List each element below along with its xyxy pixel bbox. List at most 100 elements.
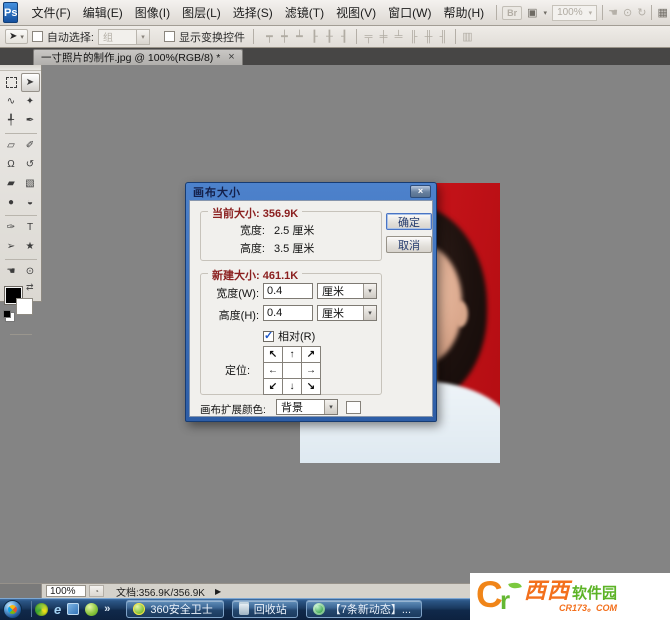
view-extras-icon[interactable]: ▣ — [527, 6, 537, 19]
chevron-down-icon: ▾ — [20, 33, 24, 41]
eraser-tool[interactable]: ▰ — [2, 174, 21, 193]
dialog-close-button[interactable]: × — [410, 185, 431, 198]
auto-align-layers-icon[interactable]: ▥ — [460, 30, 475, 43]
360-shield-icon — [133, 603, 146, 615]
menu-item-1[interactable]: 编辑(E) — [77, 0, 129, 25]
quicklaunch-360orb-icon[interactable] — [85, 602, 99, 616]
healing-brush-tool[interactable]: ▱ — [2, 136, 21, 155]
distribute-right-edges-icon[interactable]: ╢ — [436, 31, 451, 43]
document-tab[interactable]: 一寸照片的制作.jpg @ 100%(RGB/8) * × — [33, 49, 243, 65]
hand-tool-icon[interactable]: ☚ — [608, 6, 618, 19]
swap-colors-icon[interactable]: ⇄ — [26, 282, 34, 293]
type-tool[interactable]: T — [21, 218, 40, 237]
gradient-icon: ▧ — [25, 178, 35, 189]
distribute-top-edges-icon[interactable]: ╤ — [361, 31, 376, 43]
magic-wand-tool[interactable]: ✦ — [21, 92, 40, 111]
background-color-swatch[interactable] — [16, 298, 33, 315]
eyedropper-tool[interactable]: ✒ — [21, 111, 40, 130]
anchor-center-cell[interactable] — [282, 362, 302, 379]
quicklaunch-app-icon[interactable] — [67, 603, 80, 615]
align-right-edges-icon[interactable]: ┨ — [337, 30, 352, 43]
burn-tool[interactable]: ◒ — [21, 193, 40, 212]
zoom-tool[interactable]: ⊙ — [21, 262, 40, 281]
gradient-tool[interactable]: ▧ — [21, 174, 40, 193]
separator — [355, 29, 357, 44]
quicklaunch-360leaf-icon[interactable] — [35, 602, 48, 616]
separator — [602, 5, 604, 20]
custom-shape-tool[interactable]: ★ — [21, 237, 40, 256]
pen-tool[interactable]: ✑ — [2, 218, 21, 237]
menu-item-8[interactable]: 帮助(H) — [437, 0, 490, 25]
show-transform-checkbox[interactable] — [163, 31, 175, 42]
taskbar-button-1[interactable]: 回收站 — [231, 600, 298, 618]
tab-close-icon[interactable]: × — [228, 52, 234, 63]
application-bar: Br ▣▾ 100%▾ ☚ ⊙ ↻ ▦▾ ▣▾ — [496, 4, 670, 21]
palette-divider — [4, 130, 37, 134]
lasso-tool[interactable]: ∿ — [2, 92, 21, 111]
bridge-button[interactable]: Br — [502, 5, 523, 20]
status-flyout-icon[interactable]: ▶ — [215, 587, 221, 596]
align-bottom-edges-icon[interactable]: ┷ — [292, 30, 307, 43]
height-unit-dropdown[interactable]: 厘米 — [317, 305, 377, 321]
align-vertical-centers-icon[interactable]: ┿ — [277, 30, 292, 43]
anchor-arrow-2[interactable]: ↗ — [301, 346, 321, 363]
clone-stamp-tool[interactable]: Ω — [2, 155, 21, 174]
align-left-edges-icon[interactable]: ┠ — [307, 30, 322, 43]
anchor-arrow-0[interactable]: ↖ — [263, 346, 283, 363]
align-horizontal-centers-icon[interactable]: ╂ — [322, 30, 337, 43]
relative-checkbox[interactable] — [263, 329, 274, 342]
menu-item-2[interactable]: 图像(I) — [129, 0, 176, 25]
hand-tool[interactable]: ☚ — [2, 262, 21, 281]
palette-divider — [4, 256, 37, 260]
auto-select-checkbox[interactable] — [31, 31, 43, 42]
custom-shape-icon: ★ — [25, 241, 35, 252]
path-selection-tool[interactable]: ➢ — [2, 237, 21, 256]
cancel-button[interactable]: 取消 — [386, 236, 432, 253]
quicklaunch-ie-icon[interactable]: e — [54, 603, 61, 616]
status-zoom-field[interactable]: 100% — [46, 585, 86, 597]
rectangular-marquee-tool[interactable] — [2, 73, 21, 92]
menu-item-4[interactable]: 选择(S) — [227, 0, 279, 25]
blur-tool[interactable]: ● — [2, 193, 21, 212]
menu-item-5[interactable]: 滤镜(T) — [279, 0, 330, 25]
arrange-documents-icon[interactable]: ▦ — [657, 6, 667, 19]
default-colors-icon[interactable] — [3, 310, 11, 318]
status-menu-icon[interactable]: ◔ — [89, 585, 104, 597]
zoom-tool-icon[interactable]: ⊙ — [623, 6, 632, 19]
anchor-arrow-7[interactable]: ↓ — [282, 378, 302, 395]
zoom-level-dropdown[interactable]: 100% ▾ — [552, 4, 598, 21]
distribute-vertical-centers-icon[interactable]: ╪ — [376, 31, 391, 43]
canvas-extension-dropdown[interactable]: 背景 — [276, 399, 338, 415]
taskbar-button-2[interactable]: 【7条新动态】... — [305, 600, 423, 618]
ok-button[interactable]: 确定 — [386, 213, 432, 230]
anchor-arrow-5[interactable]: → — [301, 362, 321, 379]
menu-item-0[interactable]: 文件(F) — [25, 0, 76, 25]
rotate-view-icon[interactable]: ↻ — [637, 6, 646, 19]
width-unit-dropdown[interactable]: 厘米 — [317, 283, 377, 299]
crop-tool[interactable]: ╃ — [2, 111, 21, 130]
auto-select-dropdown[interactable]: 组 — [97, 28, 150, 45]
menu-item-6[interactable]: 视图(V) — [330, 0, 382, 25]
distribute-horizontal-centers-icon[interactable]: ╫ — [421, 31, 436, 43]
canvas-extension-color-swatch[interactable] — [346, 401, 361, 414]
move-tool[interactable]: ➤ — [20, 73, 40, 92]
distribute-bottom-edges-icon[interactable]: ╧ — [391, 31, 406, 43]
menu-item-7[interactable]: 窗口(W) — [382, 0, 437, 25]
anchor-arrow-3[interactable]: ← — [263, 362, 283, 379]
history-brush-tool[interactable]: ↺ — [21, 155, 40, 174]
taskbar-button-0[interactable]: 360安全卫士 — [126, 600, 224, 618]
new-height-input[interactable] — [263, 305, 313, 321]
new-width-input[interactable] — [263, 283, 313, 299]
dialog-title-bar[interactable]: 画布大小 × — [189, 183, 433, 200]
distribute-left-edges-icon[interactable]: ╟ — [406, 31, 421, 43]
logo-letter-r: r — [500, 584, 511, 615]
anchor-arrow-6[interactable]: ↙ — [263, 378, 283, 395]
brush-tool[interactable]: ✐ — [21, 136, 40, 155]
start-button[interactable] — [3, 599, 22, 619]
align-top-edges-icon[interactable]: ┯ — [262, 30, 277, 43]
current-width-label: 宽度: — [239, 225, 265, 237]
anchor-arrow-8[interactable]: ↘ — [301, 378, 321, 395]
anchor-arrow-1[interactable]: ↑ — [282, 346, 302, 363]
menu-item-3[interactable]: 图层(L) — [176, 0, 227, 25]
current-tool-badge[interactable]: ➤ ▾ — [5, 29, 28, 44]
